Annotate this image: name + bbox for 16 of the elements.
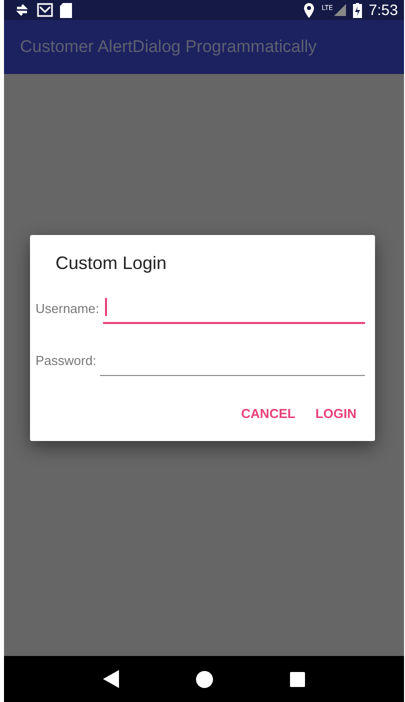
sync-icon [14, 2, 30, 18]
recents-icon[interactable] [290, 672, 306, 686]
back-icon[interactable] [102, 670, 119, 688]
dialog-button[interactable]: LOGIN [307, 398, 364, 429]
sd-card-icon [60, 2, 72, 18]
dialog-title: Custom Login [54, 253, 168, 274]
field-label: Username: [36, 301, 100, 318]
dialog-button[interactable]: CANCEL [233, 398, 304, 429]
home-icon[interactable] [196, 670, 213, 688]
location-icon [302, 2, 315, 18]
mail-icon [37, 3, 53, 17]
battery-icon [352, 2, 362, 18]
field-label: Password: [36, 353, 96, 370]
clock: 7:53 [368, 2, 398, 18]
signal-icon [334, 4, 346, 16]
app-title: Customer AlertDialog Programmatically [20, 37, 317, 57]
